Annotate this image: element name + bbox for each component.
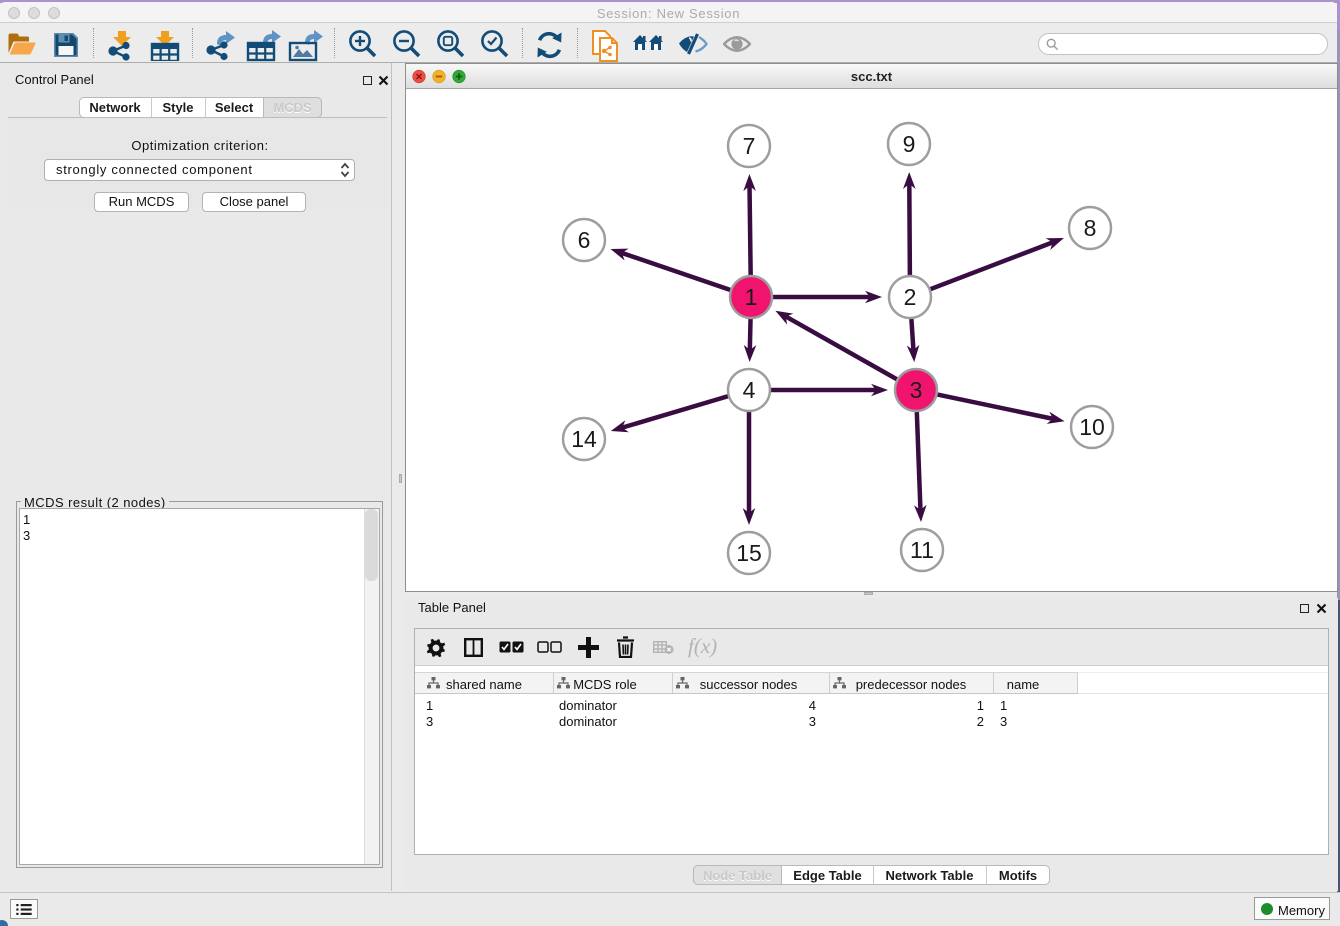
svg-text:3: 3: [910, 377, 923, 403]
svg-text:11: 11: [910, 537, 934, 563]
svg-text:9: 9: [903, 131, 916, 157]
svg-text:2: 2: [904, 284, 917, 310]
svg-text:6: 6: [578, 227, 591, 253]
svg-text:15: 15: [736, 540, 762, 566]
svg-text:4: 4: [743, 377, 756, 403]
svg-text:10: 10: [1079, 414, 1105, 440]
svg-text:8: 8: [1084, 215, 1097, 241]
svg-text:1: 1: [745, 284, 758, 310]
svg-text:7: 7: [743, 133, 756, 159]
svg-text:14: 14: [571, 426, 597, 452]
